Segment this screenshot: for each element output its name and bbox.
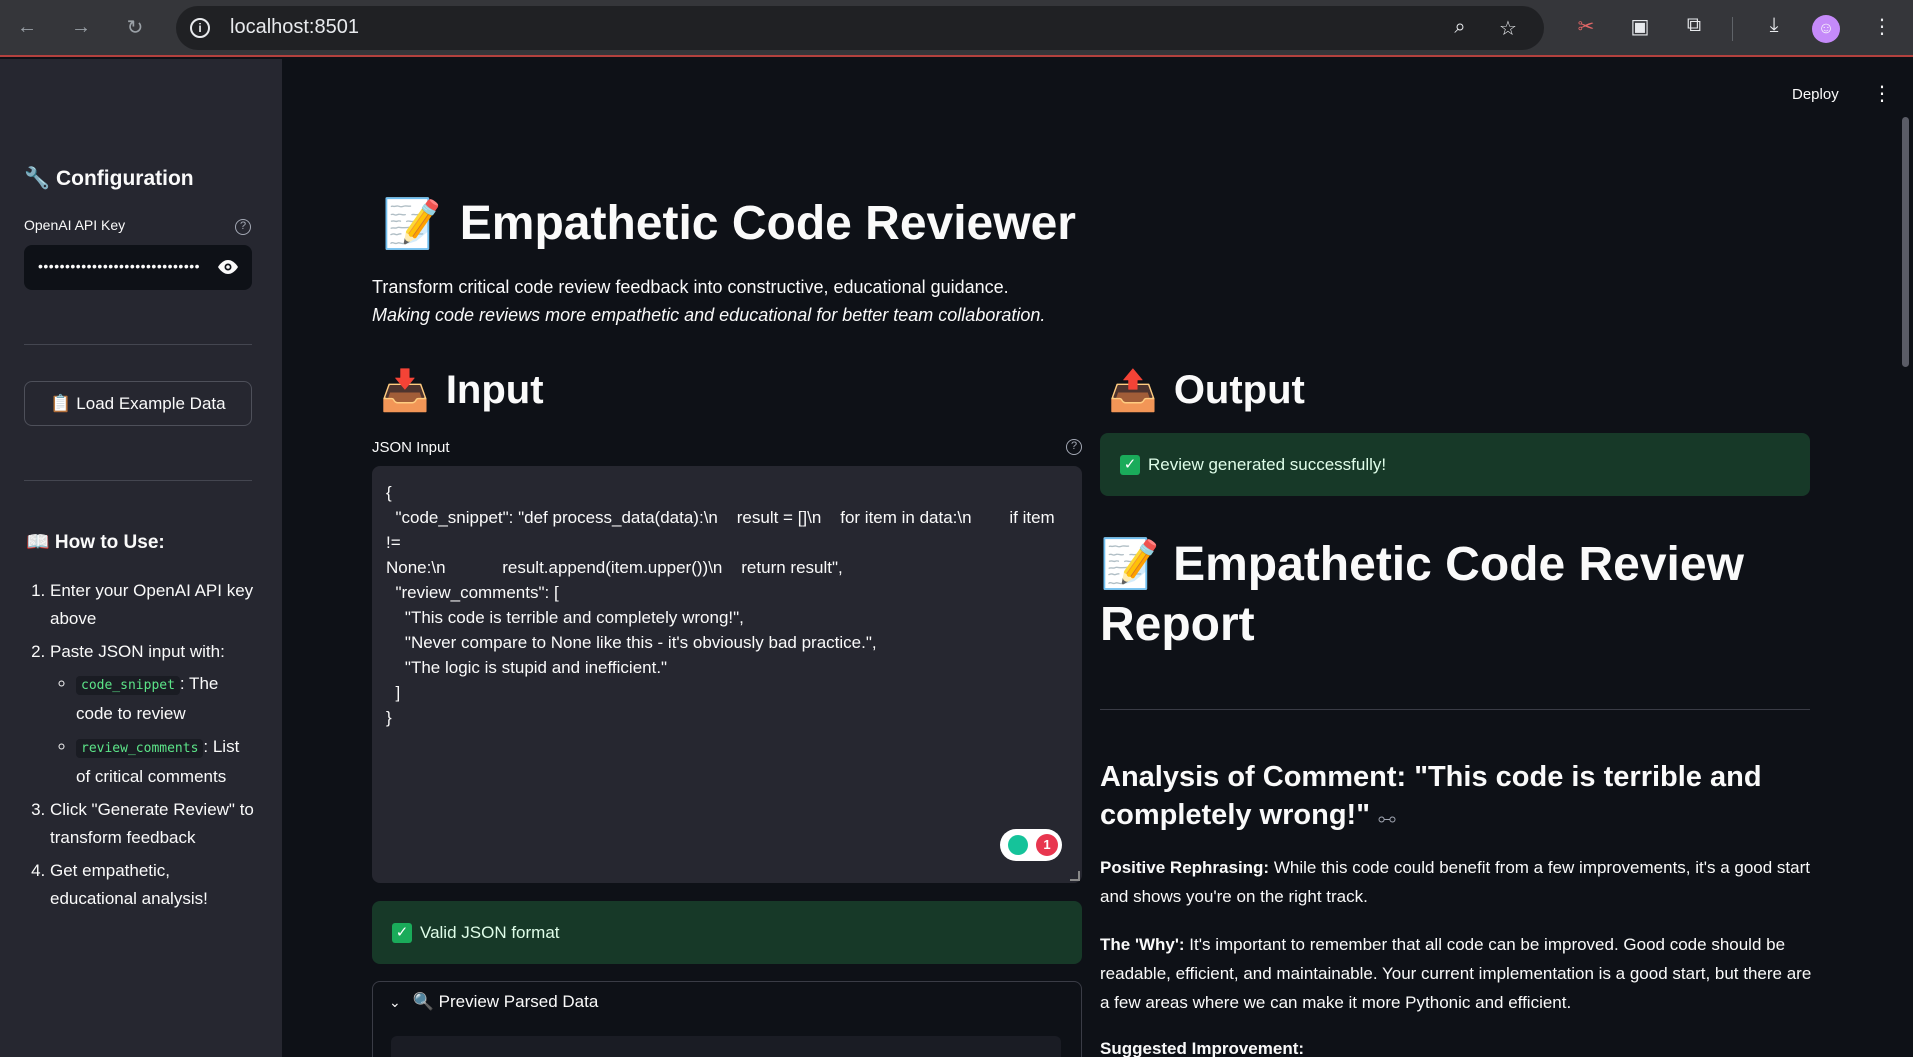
list-item: Get empathetic, educational analysis! [50, 857, 256, 913]
main-menu-icon[interactable]: ⋮ [1872, 81, 1892, 106]
main-content: Deploy ⋮ 📝 Empathetic Code Reviewer Tran… [282, 59, 1913, 1057]
sidebar-title: 🔧 Configuration [24, 167, 194, 190]
report-title: 📝 Empathetic Code Review Report [1100, 538, 1744, 651]
resize-handle[interactable] [1070, 871, 1080, 881]
positive-rephrasing: Positive Rephrasing: While this code cou… [1100, 853, 1812, 911]
list-item: code_snippet: The code to review [76, 670, 256, 728]
valid-json-alert: ✓ Valid JSON format [372, 901, 1082, 964]
check-icon: ✓ [392, 922, 412, 943]
cast-extension-icon[interactable]: ▣ [1626, 14, 1654, 42]
api-key-value: •••••••••••••••••••••••••••••• [38, 258, 201, 274]
address-bar[interactable]: i localhost:8501 ⌕ ☆ [176, 6, 1544, 50]
memo-icon: 📝 [382, 198, 442, 251]
help-icon[interactable]: ? [235, 219, 251, 235]
outbox-icon: 📤 [1108, 369, 1158, 413]
download-icon[interactable]: ⤓ [1760, 14, 1788, 42]
expander-label: 🔍 Preview Parsed Data [412, 992, 599, 1011]
preview-content [391, 1036, 1061, 1057]
browser-toolbar: ← → ↻ i localhost:8501 ⌕ ☆ ✂ ▣ ⧉ ⤓ ☺ ⋮ [0, 0, 1913, 57]
success-alert: ✓ Review generated successfully! [1100, 433, 1810, 496]
code-pill: review_comments [76, 739, 204, 758]
expander-header[interactable]: ⌄ 🔍 Preview Parsed Data [389, 992, 598, 1012]
sidebar-divider [24, 344, 252, 345]
page-title-text: Empathetic Code Reviewer [459, 197, 1076, 250]
sidebar: 🔧 Configuration OpenAI API Key ? •••••••… [0, 59, 282, 1057]
list-item: Paste JSON input with: code_snippet: The… [50, 638, 256, 791]
load-example-button[interactable]: 📋 Load Example Data [24, 381, 252, 426]
url-text[interactable]: localhost:8501 [230, 16, 359, 39]
why-paragraph: The 'Why': It's important to remember th… [1100, 930, 1812, 1017]
toolbar-divider [1732, 17, 1733, 41]
deploy-button[interactable]: Deploy [1792, 86, 1839, 103]
analysis-heading: Analysis of Comment: "This code is terri… [1100, 758, 1800, 837]
list-item: Click "Generate Review" to transform fee… [50, 796, 256, 852]
grammarly-widget[interactable]: 1 [1000, 829, 1062, 861]
back-icon[interactable]: ← [14, 14, 40, 40]
success-text: Review generated successfully! [1148, 454, 1387, 474]
page-title: 📝 Empathetic Code Reviewer [382, 195, 1076, 252]
menu-dots-icon[interactable]: ⋮ [1868, 14, 1896, 42]
site-info-icon[interactable]: i [190, 18, 210, 38]
check-icon: ✓ [1120, 454, 1140, 475]
divider [1100, 709, 1810, 710]
help-icon[interactable]: ? [1066, 439, 1082, 455]
api-key-label: OpenAI API Key [24, 217, 126, 233]
bookmark-star-icon[interactable]: ☆ [1496, 16, 1520, 40]
suggested-improvement: Suggested Improvement: [1100, 1034, 1812, 1057]
scrollbar[interactable] [1902, 117, 1909, 367]
extension-icon[interactable]: ✂ [1572, 14, 1600, 42]
suggested-label: Suggested Improvement: [1100, 1039, 1305, 1057]
profile-avatar[interactable]: ☺ [1812, 15, 1840, 43]
inbox-icon: 📥 [380, 369, 430, 413]
grammarly-icon [1008, 835, 1028, 855]
api-key-input[interactable]: •••••••••••••••••••••••••••••• [24, 245, 252, 290]
analysis-heading-text: Analysis of Comment: "This code is terri… [1100, 761, 1762, 831]
list-item-text: Paste JSON input with: [50, 642, 225, 661]
sidebar-divider [24, 480, 252, 481]
why-text: It's important to remember that all code… [1100, 935, 1812, 1012]
positive-label: Positive Rephrasing: [1100, 858, 1270, 877]
valid-json-text: Valid JSON format [420, 922, 560, 942]
reload-icon[interactable]: ↻ [122, 14, 148, 40]
json-input-label: JSON Input [372, 439, 450, 456]
grammarly-count-badge: 1 [1036, 834, 1058, 856]
puzzle-icon[interactable]: ⧉ [1680, 14, 1708, 42]
forward-icon[interactable]: → [68, 14, 94, 40]
zoom-icon[interactable]: ⌕ [1448, 16, 1472, 40]
input-heading: 📥 Input [380, 367, 544, 414]
show-password-icon[interactable] [216, 255, 240, 279]
output-heading-text: Output [1173, 368, 1305, 412]
list-item: review_comments: List of critical commen… [76, 733, 256, 791]
page-tagline: Making code reviews more empathetic and … [372, 305, 1046, 325]
anchor-link-icon[interactable]: ⧟ [1378, 808, 1396, 828]
output-heading: 📤 Output [1108, 367, 1305, 414]
preview-expander[interactable]: ⌄ 🔍 Preview Parsed Data [372, 981, 1082, 1057]
page-subtitle: Transform critical code review feedback … [372, 277, 1009, 297]
why-label: The 'Why': [1100, 935, 1185, 954]
input-heading-text: Input [445, 368, 544, 412]
chevron-down-icon: ⌄ [389, 993, 401, 1010]
how-to-title: 📖 How to Use: [26, 532, 165, 553]
json-input-textarea[interactable]: { "code_snippet": "def process_data(data… [372, 466, 1082, 883]
list-item: Enter your OpenAI API key above [50, 577, 256, 633]
code-pill: code_snippet [76, 676, 180, 695]
how-to-list: Enter your OpenAI API key above Paste JS… [24, 577, 256, 918]
